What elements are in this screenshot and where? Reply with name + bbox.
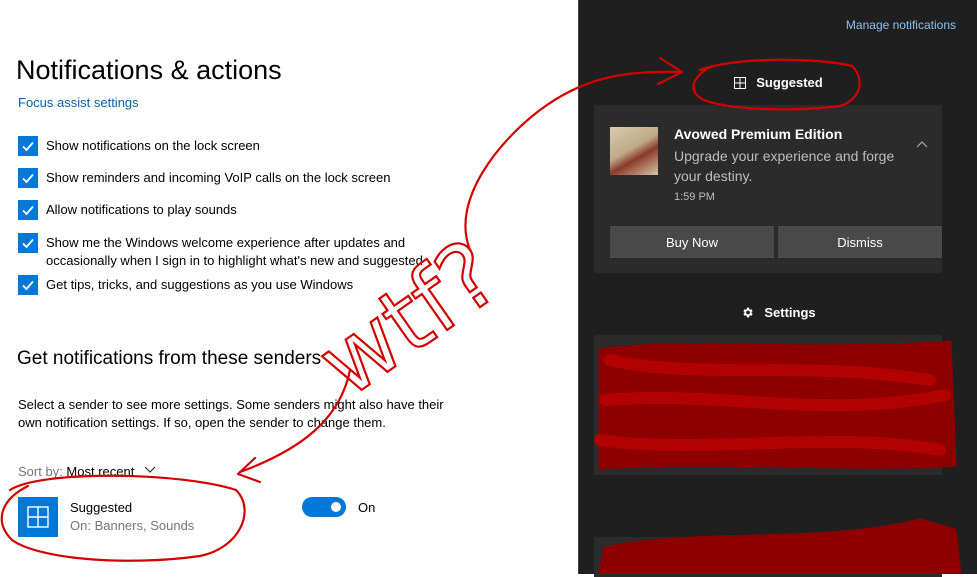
sender-name: Suggested — [70, 500, 133, 515]
redacted-notification[interactable] — [594, 335, 942, 475]
sort-label: Sort by: — [18, 464, 63, 479]
sort-dropdown[interactable]: Sort by: Most recent — [18, 462, 156, 479]
notification-toast[interactable]: Avowed Premium Edition Upgrade your expe… — [594, 105, 942, 273]
settings-window: Notifications & actions Focus assist set… — [0, 0, 578, 574]
game-thumbnail — [610, 127, 658, 175]
chevron-down-icon — [144, 462, 156, 477]
buy-now-button[interactable]: Buy Now — [610, 226, 774, 258]
checkbox-label: Show me the Windows welcome experience a… — [46, 235, 423, 268]
dismiss-button[interactable]: Dismiss — [778, 226, 942, 258]
checkbox-voip-lock-screen[interactable]: Show reminders and incoming VoIP calls o… — [18, 168, 458, 188]
checkbox-checked-icon — [18, 200, 38, 220]
sender-item-suggested[interactable]: Suggested On: Banners, Sounds — [18, 497, 194, 537]
action-center: Manage notifications Suggested Avowed Pr… — [578, 0, 977, 577]
group-header-suggested: Suggested — [579, 75, 977, 90]
toast-time: 1:59 PM — [674, 191, 715, 203]
chevron-up-icon[interactable] — [916, 135, 928, 153]
checkbox-lock-screen[interactable]: Show notifications on the lock screen — [18, 136, 458, 156]
checkbox-label: Show reminders and incoming VoIP calls o… — [46, 170, 391, 185]
gear-icon — [741, 306, 754, 319]
toast-body: Upgrade your experience and forge your d… — [674, 148, 895, 184]
checkbox-checked-icon — [18, 275, 38, 295]
sender-status: On: Banners, Sounds — [70, 518, 195, 533]
checkbox-label: Show notifications on the lock screen — [46, 138, 260, 153]
suggested-icon — [734, 76, 747, 89]
checkbox-checked-icon — [18, 168, 38, 188]
group-title: Settings — [764, 305, 816, 320]
group-header-settings: Settings — [579, 305, 977, 320]
focus-assist-link[interactable]: Focus assist settings — [18, 95, 139, 110]
toggle-label: On — [358, 500, 376, 515]
group-title: Suggested — [756, 75, 823, 90]
page-title: Notifications & actions — [16, 55, 282, 85]
senders-heading: Get notifications from these senders — [17, 348, 322, 369]
checkbox-checked-icon — [18, 136, 38, 156]
sender-toggle[interactable] — [302, 497, 346, 517]
toast-title: Avowed Premium Edition — [674, 126, 843, 142]
checkbox-label: Get tips, tricks, and suggestions as you… — [46, 277, 354, 292]
redacted-notification[interactable] — [594, 537, 942, 577]
checkbox-label: Allow notifications to play sounds — [46, 202, 237, 217]
manage-notifications-link[interactable]: Manage notifications — [846, 18, 956, 32]
checkbox-tips[interactable]: Get tips, tricks, and suggestions as you… — [18, 275, 458, 295]
checkbox-checked-icon — [18, 233, 38, 253]
checkbox-play-sounds[interactable]: Allow notifications to play sounds — [18, 200, 458, 220]
suggested-app-icon — [18, 497, 58, 537]
checkbox-welcome-experience[interactable]: Show me the Windows welcome experience a… — [18, 233, 458, 270]
sort-value: Most recent — [66, 464, 135, 479]
senders-description: Select a sender to see more settings. So… — [18, 397, 444, 430]
